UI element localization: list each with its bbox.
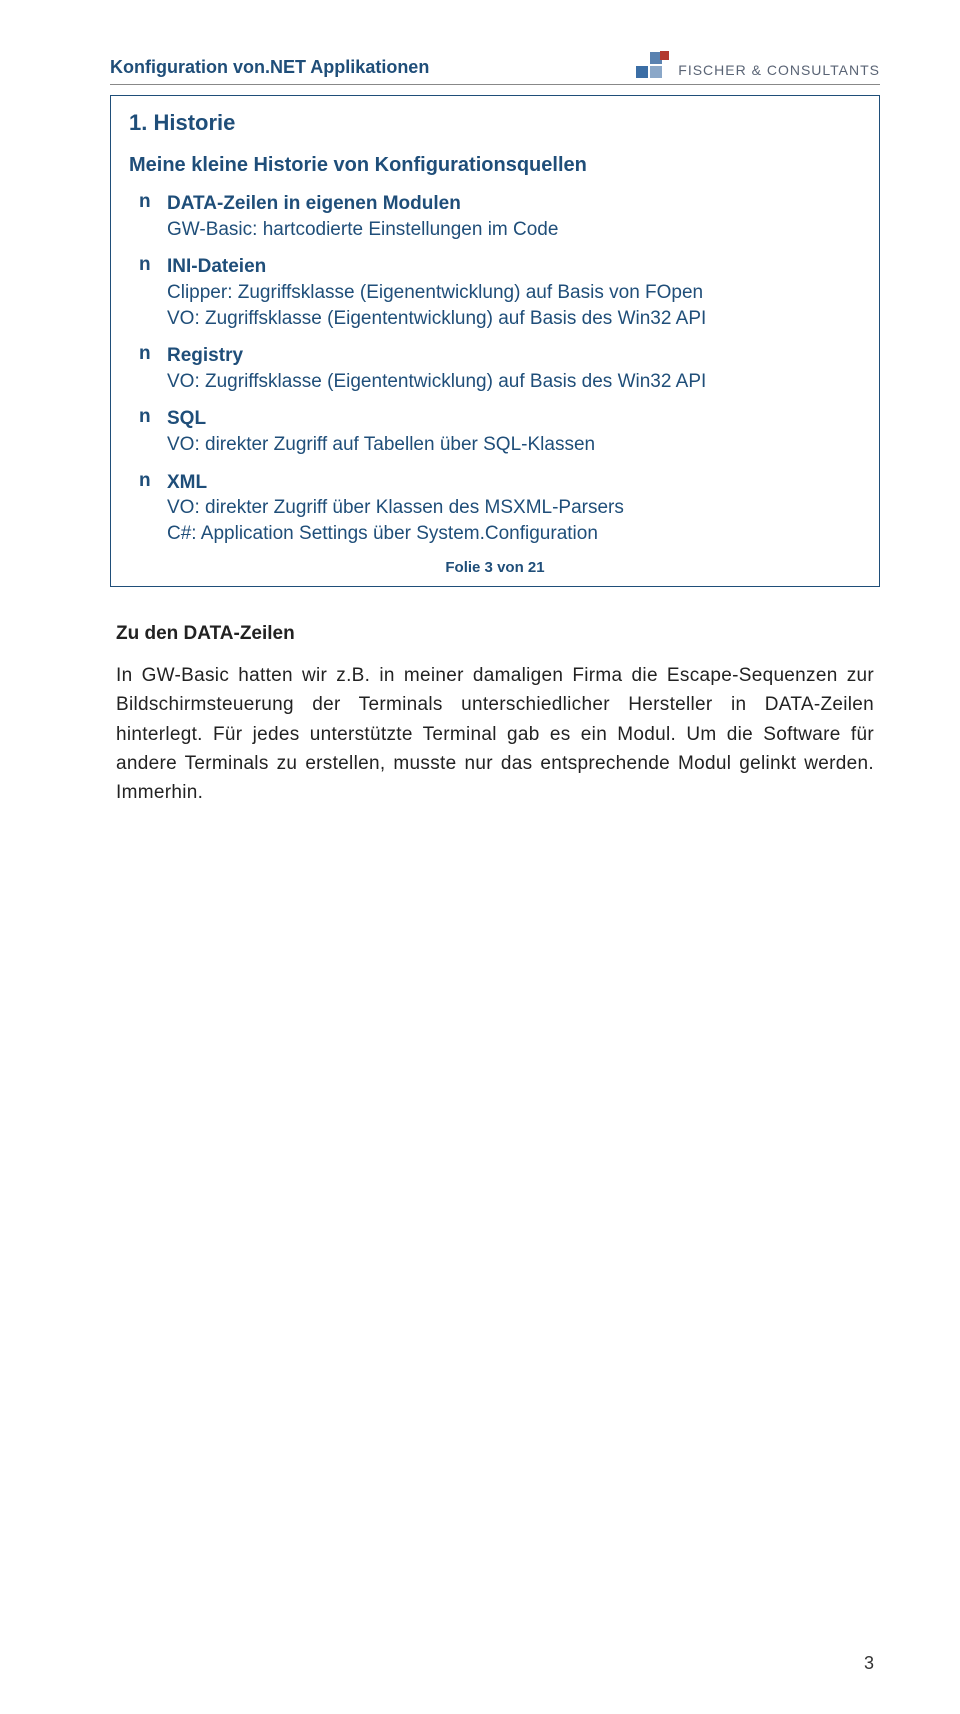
list-item: n XML VO: direkter Zugriff über Klassen …	[139, 470, 861, 547]
list-item: n INI-Dateien Clipper: Zugriffsklasse (E…	[139, 254, 861, 331]
body-section: Zu den DATA-Zeilen In GW-Basic hatten wi…	[110, 623, 880, 808]
header-divider	[110, 84, 880, 85]
bullet-label: SQL	[167, 406, 861, 432]
slide-footer: Folie 3 von 21	[129, 559, 861, 576]
slide-subheading: Meine kleine Historie von Konfigurations…	[129, 154, 861, 177]
slide-heading: 1. Historie	[129, 110, 861, 136]
page-number: 3	[864, 1653, 874, 1674]
bullet-desc: Clipper: Zugriffsklasse (Eigenentwicklun…	[167, 280, 861, 331]
body-paragraph: In GW-Basic hatten wir z.B. in meiner da…	[116, 661, 874, 808]
bullet-marker: n	[139, 254, 167, 331]
bullet-marker: n	[139, 470, 167, 547]
bullet-list: n DATA-Zeilen in eigenen Modulen GW-Basi…	[139, 191, 861, 547]
bullet-label: INI-Dateien	[167, 254, 861, 280]
company-logo: FISCHER & CONSULTANTS	[636, 50, 880, 78]
slide-box: 1. Historie Meine kleine Historie von Ko…	[110, 95, 880, 587]
bullet-desc: VO: Zugriffsklasse (Eigententwicklung) a…	[167, 369, 861, 395]
bullet-desc: VO: direkter Zugriff über Klassen des MS…	[167, 495, 861, 546]
list-item: n DATA-Zeilen in eigenen Modulen GW-Basi…	[139, 191, 861, 242]
bullet-marker: n	[139, 343, 167, 394]
bullet-marker: n	[139, 191, 167, 242]
logo-mark-icon	[636, 50, 670, 78]
bullet-desc: VO: direkter Zugriff auf Tabellen über S…	[167, 432, 861, 458]
bullet-label: DATA-Zeilen in eigenen Modulen	[167, 191, 861, 217]
bullet-marker: n	[139, 406, 167, 457]
bullet-label: Registry	[167, 343, 861, 369]
page-header: Konfiguration von.NET Applikationen FISC…	[110, 50, 880, 78]
body-heading: Zu den DATA-Zeilen	[116, 623, 874, 645]
company-name: FISCHER & CONSULTANTS	[678, 62, 880, 78]
bullet-label: XML	[167, 470, 861, 496]
list-item: n SQL VO: direkter Zugriff auf Tabellen …	[139, 406, 861, 457]
list-item: n Registry VO: Zugriffsklasse (Eigentent…	[139, 343, 861, 394]
bullet-desc: GW-Basic: hartcodierte Einstellungen im …	[167, 217, 861, 243]
header-title: Konfiguration von.NET Applikationen	[110, 57, 429, 78]
